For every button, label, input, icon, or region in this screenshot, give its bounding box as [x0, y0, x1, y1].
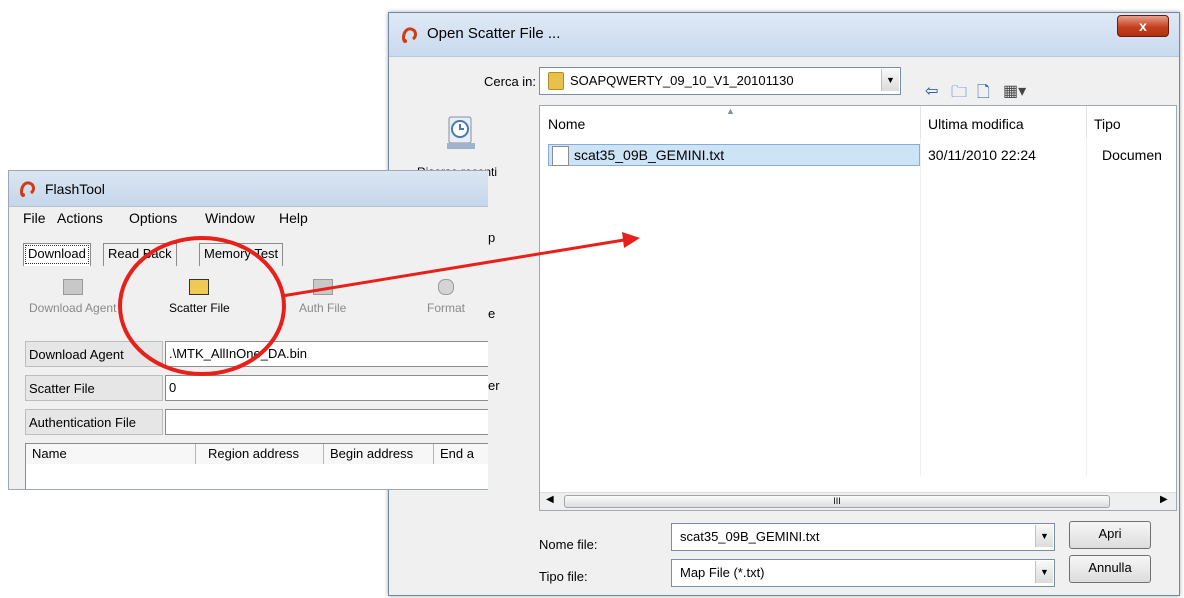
annotation-overlay: [118, 232, 640, 376]
arrow-head-icon: [622, 232, 640, 248]
highlight-circle: [118, 236, 286, 376]
annotation-arrow: [281, 238, 625, 298]
